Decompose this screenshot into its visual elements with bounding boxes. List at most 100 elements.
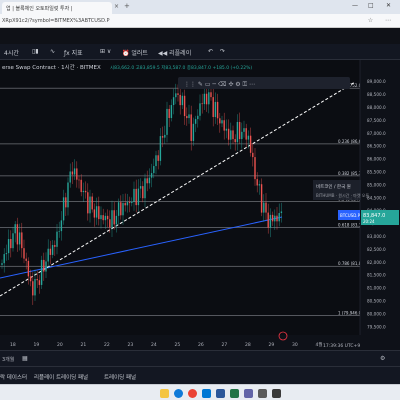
candle-body xyxy=(249,135,252,153)
candle-body xyxy=(230,130,232,140)
drawing-toolbar-icons[interactable]: ⋮⋮ ✎ ▭ ─ ⌫ ✣ ⚙ ⚿ ⋯ xyxy=(184,81,255,88)
candle-body xyxy=(197,115,199,120)
undo-icon[interactable]: ↶ xyxy=(208,48,213,55)
candle-body xyxy=(148,177,151,184)
outlook-icon[interactable] xyxy=(202,389,211,398)
word-icon[interactable] xyxy=(216,389,225,398)
file-explorer-icon[interactable] xyxy=(160,389,169,398)
date-tick-label: 22 xyxy=(104,342,110,348)
candle-body xyxy=(76,168,78,180)
legend-row-1: 비트코인 / 한국 원 xyxy=(316,183,351,190)
candle-body xyxy=(73,168,76,175)
chart-type-icon[interactable]: ∿ xyxy=(50,48,55,55)
candle-body xyxy=(155,155,157,167)
interval-button[interactable]: 4시간 xyxy=(4,48,19,57)
chart-area[interactable]: 0 (88,752.0)0.236 (86,60.382 (85,30.5 (8… xyxy=(0,60,400,350)
candle-body xyxy=(203,93,206,105)
candle-body xyxy=(190,114,192,141)
candle-body xyxy=(177,93,179,95)
candle-body xyxy=(278,213,280,222)
candle-body xyxy=(254,157,256,180)
date-tick-label: 18 xyxy=(10,342,16,348)
browser-extension-icons[interactable]: ☆ ⋯ xyxy=(368,17,396,24)
candle-body xyxy=(40,259,43,285)
minimize-icon[interactable]: — xyxy=(352,2,358,9)
candle-body xyxy=(232,130,234,140)
replay-button[interactable]: ◀◀ 리플레이 xyxy=(158,48,191,57)
new-tab-icon[interactable]: + xyxy=(124,2,130,10)
price-tick-label: 82,500.0 xyxy=(367,247,386,252)
address-bar[interactable]: XRpX91c2/?symbol=BITMEX%3ABTCUSD.P ☆ ⋯ xyxy=(0,14,400,28)
candle-body xyxy=(69,171,71,183)
candle-body xyxy=(208,92,210,105)
close-window-icon[interactable]: ✕ xyxy=(386,2,391,9)
candle-body xyxy=(161,136,164,138)
range-selector[interactable]: 3개월 xyxy=(2,356,14,363)
candle-body xyxy=(260,184,263,213)
candle-body xyxy=(168,108,170,118)
candle-body xyxy=(122,203,124,216)
price-tick-label: 87,500.0 xyxy=(367,118,386,123)
templates-icon[interactable]: ⊞ ∨ xyxy=(100,48,111,55)
date-tick-label: 26 xyxy=(198,342,204,348)
candle-type-icon[interactable]: ▯▮ xyxy=(32,48,39,55)
candle-body xyxy=(205,93,208,105)
settings-icon[interactable]: ⚙ xyxy=(380,355,385,362)
panel-tab-screener[interactable]: 락 데이스터 xyxy=(0,373,27,381)
fib-level-label: 1 (79,946.0 xyxy=(338,310,362,315)
candle-body xyxy=(216,101,219,119)
chrome-icon[interactable] xyxy=(188,389,197,398)
edge-icon[interactable] xyxy=(174,389,183,398)
candle-body xyxy=(12,233,14,249)
candle-body xyxy=(199,103,201,116)
candle-body xyxy=(243,128,245,132)
candle-body xyxy=(256,179,258,186)
legend-row-2: BITHUMB · 원시간 · 마켓 오픈 xyxy=(316,192,369,198)
maximize-icon[interactable]: □ xyxy=(368,2,374,9)
fib-level-label: 0.786 (81,8 xyxy=(338,261,362,266)
panel-tab-replay[interactable]: 리플레이 트레이딩 패널 xyxy=(34,373,88,381)
price-tick-label: 80,500.0 xyxy=(367,299,386,304)
candle-body xyxy=(14,224,16,234)
candle-body xyxy=(113,210,115,225)
alert-button[interactable]: ⏰ 얼러트 xyxy=(122,48,148,57)
price-tick-label: 84,500.0 xyxy=(367,195,386,200)
candle-body xyxy=(54,245,56,247)
candle-body xyxy=(43,259,45,272)
teams-icon[interactable] xyxy=(244,389,253,398)
candle-body xyxy=(201,103,203,105)
fib-level-label: 0.618 (83,3 xyxy=(338,223,362,228)
price-tick-label: 81,500.0 xyxy=(367,273,386,278)
price-chart[interactable]: 0 (88,752.0)0.236 (86,60.382 (85,30.5 (8… xyxy=(0,60,400,350)
redo-icon[interactable]: ↷ xyxy=(220,48,225,55)
candle-body xyxy=(194,119,197,124)
tab-close-icon[interactable]: × xyxy=(114,3,119,10)
candle-body xyxy=(142,186,144,199)
date-tick-label: 24 xyxy=(151,342,157,348)
candle-body xyxy=(67,182,69,208)
settings-app-icon[interactable] xyxy=(272,389,281,398)
candle-body xyxy=(93,209,96,218)
indicators-button[interactable]: ƒx 지표 xyxy=(64,48,83,57)
candle-body xyxy=(227,128,230,140)
current-symbol-label: BTCUSD.P xyxy=(340,213,361,218)
candle-body xyxy=(89,196,91,214)
fib-level-label: 0.236 (86,6 xyxy=(338,139,362,144)
browser-tab-bar: 업 | 블록체인 오토파일럿 투자 | × + — □ ✕ xyxy=(0,0,400,14)
candle-body xyxy=(120,202,122,216)
panel-tab-trading[interactable]: 트레이딩 패널 xyxy=(104,373,136,381)
candle-body xyxy=(98,206,100,220)
candle-body xyxy=(137,188,140,206)
drawing-toolbar[interactable]: ⋮⋮ ✎ ▭ ─ ⌫ ✣ ⚙ ⚿ ⋯ xyxy=(178,77,350,89)
candle-body xyxy=(280,211,283,214)
browser-tab[interactable]: 업 | 블록체인 오토파일럿 투자 | xyxy=(2,2,112,14)
calendar-icon[interactable]: ▦ xyxy=(22,355,28,362)
excel-icon[interactable] xyxy=(230,389,239,398)
candle-body xyxy=(16,224,19,245)
date-tick-label: 27 xyxy=(222,342,228,348)
address-url[interactable]: XRpX91c2/?symbol=BITMEX%3ABTCUSD.P xyxy=(2,18,110,24)
time-readout: 17:39:36 UTC+9 xyxy=(323,343,360,349)
candle-body xyxy=(144,178,146,199)
store-icon[interactable] xyxy=(258,389,267,398)
candle-body xyxy=(175,93,177,98)
